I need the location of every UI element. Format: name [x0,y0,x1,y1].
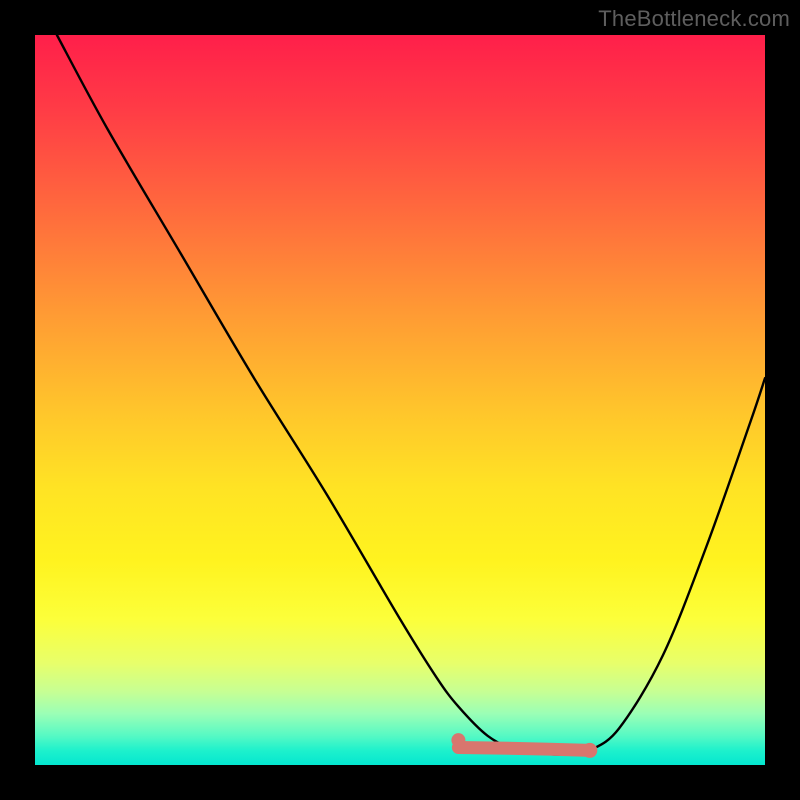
watermark-text: TheBottleneck.com [598,6,790,32]
plot-area [35,35,765,765]
highlight-segment [458,747,589,750]
chart-stage: TheBottleneck.com [0,0,800,800]
highlight-end-dot [582,743,597,758]
curve-svg [35,35,765,765]
highlight-dot [451,733,465,747]
series-curve [57,35,765,755]
